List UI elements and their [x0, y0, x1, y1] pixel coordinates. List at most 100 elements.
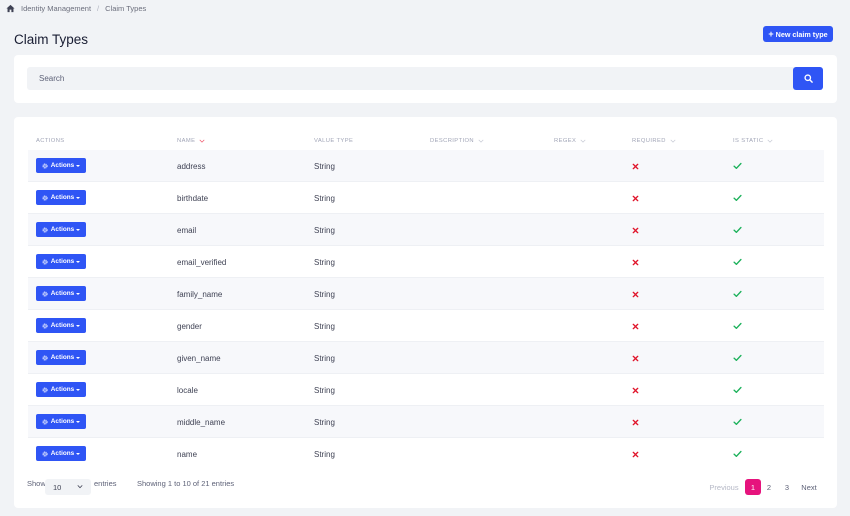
- actions-label: Actions: [50, 258, 75, 265]
- cell-name: email_verified: [177, 257, 227, 267]
- check-icon: [733, 418, 742, 426]
- search-input[interactable]: [27, 67, 794, 90]
- check-icon: [733, 162, 742, 170]
- caret-down-icon: [76, 196, 81, 199]
- breadcrumb-item-claim-types: Claim Types: [105, 4, 147, 13]
- actions-button[interactable]: Actions: [36, 446, 86, 461]
- actions-button[interactable]: Actions: [36, 190, 86, 205]
- gear-icon: [42, 194, 48, 201]
- sort-desc-icon: [199, 139, 205, 143]
- cell-value-type: String: [314, 257, 335, 267]
- header-name-label: NAME: [177, 138, 196, 144]
- cell-value-type: String: [314, 321, 335, 331]
- actions-button[interactable]: Actions: [36, 286, 86, 301]
- new-claim-type-button[interactable]: + New claim type: [763, 26, 833, 42]
- sort-icon: [580, 139, 586, 143]
- actions-label: Actions: [50, 354, 75, 361]
- pagination-next[interactable]: Next: [797, 479, 821, 495]
- entries-label: entries: [94, 479, 117, 488]
- search-icon: [803, 74, 813, 83]
- plus-icon: +: [768, 28, 774, 39]
- page-title: Claim Types: [14, 32, 89, 47]
- cell-name: locale: [177, 385, 198, 395]
- cross-icon: [632, 387, 639, 393]
- actions-button[interactable]: Actions: [36, 222, 86, 237]
- cell-is-static: [733, 406, 742, 438]
- cell-value-type: String: [314, 385, 335, 395]
- home-icon[interactable]: [6, 4, 15, 13]
- breadcrumb-item-identity-management[interactable]: Identity Management: [21, 4, 91, 13]
- cell-is-static: [733, 150, 742, 182]
- cell-required: [632, 310, 639, 342]
- actions-button[interactable]: Actions: [36, 318, 86, 333]
- cell-value-type: String: [314, 161, 335, 171]
- cell-name: gender: [177, 321, 202, 331]
- actions-label: Actions: [50, 194, 75, 201]
- cross-icon: [632, 163, 639, 169]
- header-regex[interactable]: REGEX: [554, 138, 586, 144]
- pagination-page-2[interactable]: 2: [762, 479, 776, 495]
- table-row: Actions email_verified String: [28, 246, 824, 278]
- cell-required: [632, 246, 639, 278]
- cell-is-static: [733, 182, 742, 214]
- show-label: Show: [27, 479, 46, 488]
- check-icon: [733, 194, 742, 202]
- caret-down-icon: [76, 420, 81, 423]
- cell-required: [632, 342, 639, 374]
- gear-icon: [42, 322, 48, 329]
- cell-value-type: String: [314, 417, 335, 427]
- sort-icon: [478, 139, 484, 143]
- actions-button[interactable]: Actions: [36, 350, 86, 365]
- actions-label: Actions: [50, 450, 75, 457]
- header-value-type[interactable]: VALUE TYPE: [314, 138, 353, 144]
- cross-icon: [632, 451, 639, 457]
- cell-name: given_name: [177, 353, 221, 363]
- cell-required: [632, 182, 639, 214]
- check-icon: [733, 290, 742, 298]
- cell-name: address: [177, 161, 206, 171]
- cell-value-type: String: [314, 449, 335, 459]
- actions-label: Actions: [50, 226, 75, 233]
- cell-name: email: [177, 225, 197, 235]
- cell-name: family_name: [177, 289, 223, 299]
- page-size-value: 10: [53, 482, 62, 492]
- cell-name: middle_name: [177, 417, 226, 427]
- cell-is-static: [733, 246, 742, 278]
- breadcrumb-separator: /: [97, 4, 100, 13]
- entries-info: Showing 1 to 10 of 21 entries: [137, 479, 235, 488]
- cross-icon: [632, 259, 639, 265]
- sort-icon: [670, 139, 676, 143]
- header-description[interactable]: DESCRIPTION: [430, 138, 484, 144]
- header-name[interactable]: NAME: [177, 138, 205, 144]
- actions-button[interactable]: Actions: [36, 382, 86, 397]
- search-button[interactable]: [793, 67, 823, 90]
- gear-icon: [42, 386, 48, 393]
- pagination-page-3[interactable]: 3: [780, 479, 794, 495]
- header-is-static[interactable]: IS STATIC: [733, 138, 773, 144]
- cell-is-static: [733, 310, 742, 342]
- pagination-previous[interactable]: Previous: [706, 479, 742, 495]
- gear-icon: [42, 258, 48, 265]
- cell-value-type: String: [314, 353, 335, 363]
- actions-button[interactable]: Actions: [36, 254, 86, 269]
- check-icon: [733, 354, 742, 362]
- header-is-static-label: IS STATIC: [733, 138, 764, 144]
- cross-icon: [632, 291, 639, 297]
- cell-required: [632, 406, 639, 438]
- page-size-select[interactable]: 10: [45, 479, 91, 495]
- cell-name: birthdate: [177, 193, 209, 203]
- gear-icon: [42, 226, 48, 233]
- actions-button[interactable]: Actions: [36, 414, 86, 429]
- header-required[interactable]: REQUIRED: [632, 138, 676, 144]
- cell-is-static: [733, 214, 742, 246]
- table-row: Actions address String: [28, 150, 824, 182]
- cross-icon: [632, 323, 639, 329]
- actions-button[interactable]: Actions: [36, 158, 86, 173]
- gear-icon: [42, 418, 48, 425]
- table-row: Actions name String: [28, 438, 824, 470]
- pagination-page-1[interactable]: 1: [745, 479, 761, 495]
- cell-required: [632, 278, 639, 310]
- actions-label: Actions: [50, 386, 75, 393]
- check-icon: [733, 258, 742, 266]
- check-icon: [733, 226, 742, 234]
